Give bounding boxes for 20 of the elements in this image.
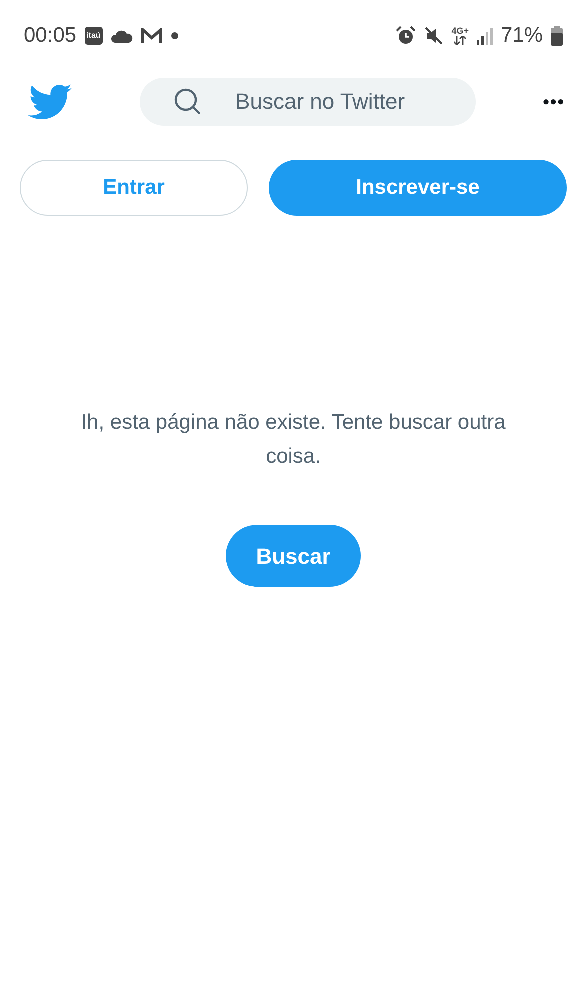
battery-percent: 71%	[500, 23, 543, 50]
network-indicator: 4G+	[452, 27, 469, 45]
error-message: Ih, esta página não existe. Tente buscar outra coisa.	[80, 410, 507, 470]
signup-button[interactable]: Inscrever-se	[269, 160, 567, 216]
battery-icon	[551, 26, 563, 46]
app-badge-icon: itaú	[84, 27, 103, 45]
alarm-icon	[396, 26, 416, 46]
data-arrows-icon	[454, 36, 466, 45]
search-field[interactable]: Buscar no Twitter	[140, 78, 476, 126]
more-options-button[interactable]: •••	[543, 88, 565, 116]
notification-dot-icon	[170, 32, 179, 40]
signal-icon	[476, 27, 493, 45]
status-time: 00:05	[24, 23, 77, 50]
search-icon	[174, 88, 202, 116]
mute-icon	[424, 26, 444, 46]
search-button[interactable]: Buscar	[226, 525, 361, 588]
login-button[interactable]: Entrar	[20, 160, 248, 216]
cloud-icon	[110, 29, 133, 43]
mail-icon	[140, 28, 163, 44]
bird-logo-icon	[28, 84, 72, 120]
